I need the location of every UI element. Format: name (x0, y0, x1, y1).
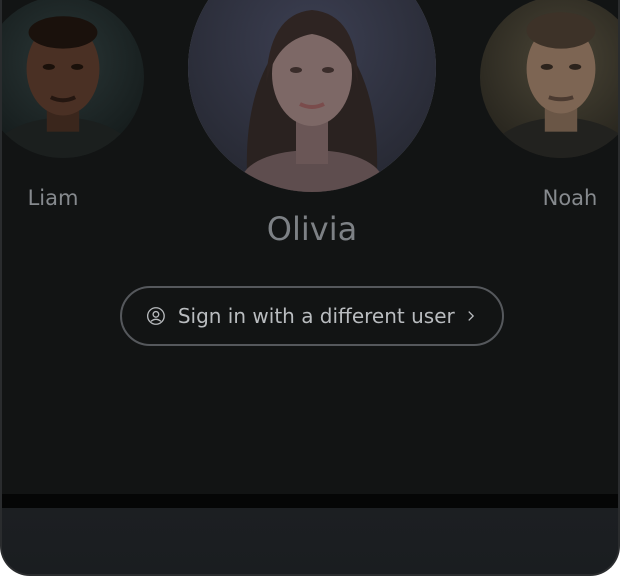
user-name-noah: Noah (542, 186, 598, 210)
liam-photo (2, 0, 144, 158)
avatar-noah[interactable] (480, 0, 618, 158)
olivia-photo (188, 0, 436, 192)
sign-in-button-label: Sign in with a different user (177, 304, 455, 328)
chevron-right-icon (468, 311, 474, 321)
sign-in-different-user-button[interactable]: Sign in with a different user (120, 286, 504, 346)
noah-photo (480, 0, 618, 158)
login-screen: Liam Olivia Noah Sign in with a differen… (0, 0, 620, 576)
user-name-liam: Liam (27, 186, 79, 210)
bottom-bar (2, 508, 618, 574)
user-circle-icon (146, 307, 165, 325)
avatar-liam[interactable] (2, 0, 144, 158)
bottom-divider (2, 494, 618, 508)
user-name-olivia: Olivia (266, 210, 358, 248)
avatar-olivia[interactable] (188, 0, 436, 192)
